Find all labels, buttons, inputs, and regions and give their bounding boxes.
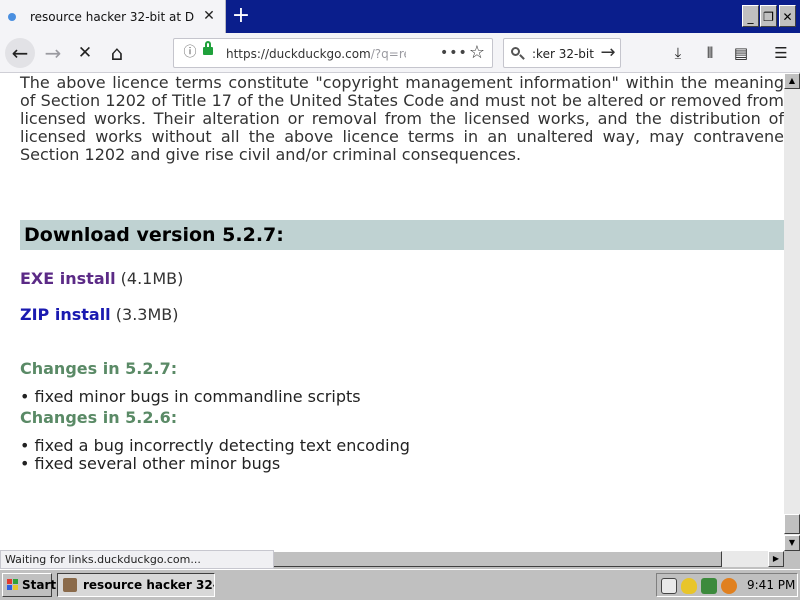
duckduckgo-favicon-icon	[8, 13, 16, 21]
url-host: https://duckduckgo.com	[226, 47, 371, 61]
tab-strip: resource hacker 32-bit at DuckDuckGo ✕ +…	[0, 0, 800, 33]
taskbar-window-label: resource hacker 32-...	[83, 578, 214, 592]
back-button[interactable]: ←	[5, 38, 35, 68]
vertical-scroll-thumb[interactable]	[784, 514, 800, 534]
new-tab-button[interactable]: +	[229, 4, 253, 28]
page-actions-icon[interactable]: •••	[440, 43, 467, 63]
search-go-arrow-icon[interactable]: →	[598, 43, 618, 63]
list-item: • fixed a bug incorrectly detecting text…	[20, 436, 410, 455]
list-item: • fixed minor bugs in commandline script…	[20, 387, 361, 406]
library-icon[interactable]: ⫴	[697, 42, 723, 64]
license-paragraph: The above licence terms constitute "copy…	[20, 73, 784, 164]
exe-size: (4.1MB)	[120, 269, 184, 288]
taskbar-window-button[interactable]: resource hacker 32-...	[57, 573, 215, 597]
search-bar[interactable]: :ker 32-bit →	[503, 38, 621, 68]
scrollbar-corner	[784, 551, 800, 567]
scroll-up-arrow-icon[interactable]: ▲	[784, 73, 800, 89]
url-path: /?q=re	[370, 47, 406, 61]
tab-title: resource hacker 32-bit at DuckDuckGo	[30, 10, 195, 24]
download-heading-band: Download version 5.2.7:	[20, 220, 784, 250]
start-button[interactable]: Start	[2, 573, 56, 597]
taskbar: Start resource hacker 32-... 9:41 PM	[0, 569, 800, 600]
scroll-right-arrow-icon[interactable]: ▶	[768, 551, 784, 567]
bookmark-star-icon[interactable]: ☆	[466, 43, 488, 63]
search-icon-handle	[519, 54, 525, 60]
list-item: • fixed several other minor bugs	[20, 454, 281, 473]
navigation-toolbar: ← → ✕ ⌂ ⓘ https://duckduckgo.com/?q=re •…	[0, 33, 800, 73]
tab-active[interactable]: resource hacker 32-bit at DuckDuckGo ✕	[0, 0, 226, 33]
security-shield-icon[interactable]	[681, 578, 697, 594]
keyboard-icon[interactable]	[661, 578, 677, 594]
download-row-exe: EXE install (4.1MB)	[20, 269, 183, 289]
tab-close-icon[interactable]: ✕	[200, 7, 218, 25]
changes-heading-526: Changes in 5.2.6:	[20, 408, 178, 427]
search-input[interactable]: :ker 32-bit	[532, 46, 598, 62]
download-heading: Download version 5.2.7:	[24, 224, 284, 246]
close-window-button[interactable]: ✕	[779, 5, 796, 27]
download-row-zip: ZIP install (3.3MB)	[20, 305, 178, 325]
home-button[interactable]: ⌂	[102, 38, 132, 68]
zip-size: (3.3MB)	[115, 305, 179, 324]
page-content: The above licence terms constitute "copy…	[0, 73, 784, 551]
stop-button[interactable]: ✕	[70, 38, 100, 68]
start-label: Start	[22, 578, 57, 592]
clock: 9:41 PM	[747, 578, 796, 592]
network-icon[interactable]	[701, 578, 717, 594]
change-text: fixed several other minor bugs	[34, 454, 281, 473]
change-text: fixed a bug incorrectly detecting text e…	[34, 436, 410, 455]
search-tray-icon[interactable]	[721, 578, 737, 594]
exe-install-link[interactable]: EXE install	[20, 269, 116, 288]
info-icon[interactable]: ⓘ	[180, 43, 200, 63]
app-icon	[63, 578, 77, 592]
lock-icon	[203, 47, 213, 55]
windows-logo-icon	[7, 579, 18, 590]
url-bar[interactable]: ⓘ https://duckduckgo.com/?q=re ••• ☆	[173, 38, 493, 68]
restore-button[interactable]: ❐	[760, 5, 777, 27]
minimize-button[interactable]: _	[742, 5, 759, 27]
status-text: Waiting for links.duckduckgo.com...	[0, 550, 274, 569]
menu-icon[interactable]: ☰	[768, 42, 794, 64]
zip-install-link[interactable]: ZIP install	[20, 305, 111, 324]
scroll-down-arrow-icon[interactable]: ▼	[784, 535, 800, 551]
forward-button[interactable]: →	[38, 38, 68, 68]
changes-heading-527: Changes in 5.2.7:	[20, 359, 178, 378]
url-text[interactable]: https://duckduckgo.com/?q=re	[226, 46, 406, 62]
downloads-icon[interactable]: ⤓	[665, 42, 691, 64]
change-text: fixed minor bugs in commandline scripts	[34, 387, 361, 406]
system-tray: 9:41 PM	[656, 573, 798, 597]
vertical-scrollbar[interactable]: ▲ ▼	[784, 73, 800, 551]
sidebar-icon[interactable]: ▤	[728, 42, 754, 64]
